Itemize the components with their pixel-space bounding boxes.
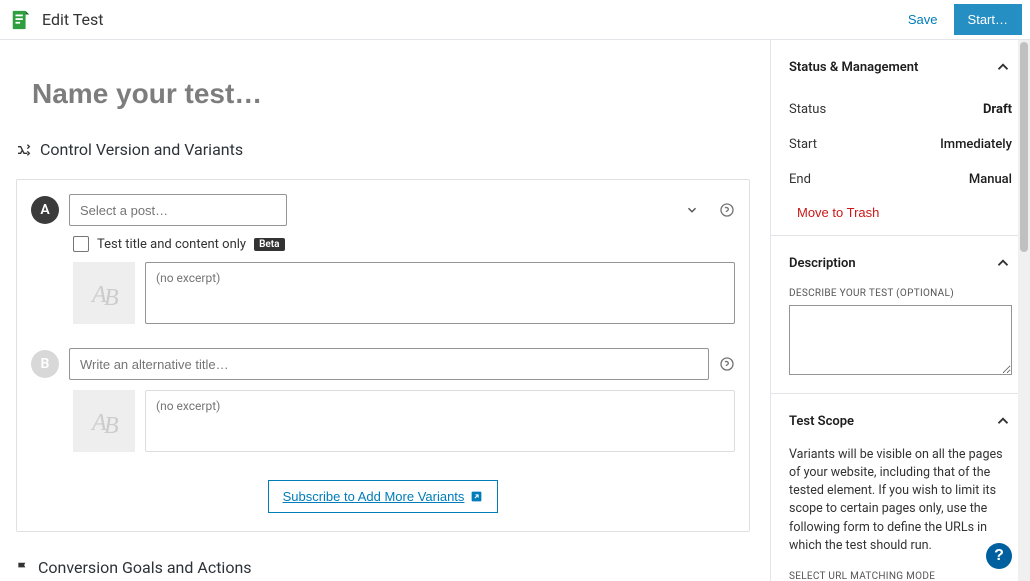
- description-textarea[interactable]: [789, 305, 1012, 375]
- url-matching-mode-label: SELECT URL MATCHING MODE: [789, 571, 1012, 581]
- status-management-toggle[interactable]: Status & Management: [789, 54, 1012, 80]
- sidebar: Status & Management Status Draft Start I…: [770, 40, 1030, 581]
- description-title: Description: [789, 256, 856, 271]
- flag-icon: [16, 561, 30, 575]
- section-goals-heading: Conversion Goals and Actions: [16, 558, 750, 577]
- end-value[interactable]: Manual: [969, 172, 1012, 187]
- start-value[interactable]: Immediately: [940, 137, 1012, 152]
- variant-a-badge: A: [31, 196, 59, 224]
- status-management-panel: Status & Management Status Draft Start I…: [771, 40, 1030, 236]
- external-link-icon: [470, 490, 483, 503]
- app-icon: [10, 9, 32, 31]
- test-name-input[interactable]: [16, 70, 750, 140]
- svg-text:B: B: [104, 413, 119, 439]
- variant-a-excerpt-row: AB: [31, 262, 735, 324]
- help-icon[interactable]: [719, 202, 735, 218]
- beta-badge: Beta: [254, 238, 284, 251]
- description-field-label: DESCRIBE YOUR TEST (OPTIONAL): [789, 288, 1012, 299]
- top-bar-left: Edit Test: [0, 9, 104, 31]
- variant-a-row: A: [31, 194, 735, 226]
- start-label: Start: [789, 137, 817, 152]
- shuffle-icon: [16, 142, 32, 158]
- move-to-trash-button[interactable]: Move to Trash: [789, 197, 879, 220]
- test-scope-title: Test Scope: [789, 414, 854, 429]
- page-title: Edit Test: [42, 10, 104, 29]
- title-content-only-label: Test title and content only: [97, 237, 246, 252]
- scrollbar-track[interactable]: [1018, 40, 1030, 581]
- status-row: Status Draft: [789, 92, 1012, 127]
- test-scope-description: Variants will be visible on all the page…: [789, 446, 1012, 555]
- variant-b-row: B: [31, 348, 735, 380]
- start-button[interactable]: Start…: [954, 4, 1022, 35]
- section-goals-title: Conversion Goals and Actions: [38, 558, 252, 577]
- test-scope-toggle[interactable]: Test Scope: [789, 408, 1012, 434]
- status-label: Status: [789, 102, 826, 117]
- description-toggle[interactable]: Description: [789, 250, 1012, 276]
- top-bar: Edit Test Save Start…: [0, 0, 1030, 40]
- section-variants-heading: Control Version and Variants: [16, 140, 750, 159]
- main-area: Control Version and Variants A Test titl…: [0, 40, 770, 581]
- title-content-only-checkbox[interactable]: [73, 236, 89, 252]
- variant-b-thumbnail[interactable]: AB: [73, 390, 135, 452]
- start-row: Start Immediately: [789, 127, 1012, 162]
- end-row: End Manual: [789, 162, 1012, 197]
- subscribe-label: Subscribe to Add More Variants: [283, 489, 465, 504]
- variant-b-title-input[interactable]: [69, 348, 709, 380]
- variant-a-excerpt[interactable]: [145, 262, 735, 324]
- variant-a-thumbnail[interactable]: AB: [73, 262, 135, 324]
- scrollbar-thumb[interactable]: [1020, 42, 1028, 252]
- variant-b-badge: B: [31, 350, 59, 378]
- variants-card: A Test title and content only Beta: [16, 179, 750, 532]
- subscribe-add-variants-button[interactable]: Subscribe to Add More Variants: [268, 480, 499, 513]
- status-value: Draft: [983, 102, 1012, 117]
- chevron-up-icon: [994, 254, 1012, 272]
- section-variants-title: Control Version and Variants: [40, 140, 243, 159]
- variant-b-excerpt[interactable]: [145, 390, 735, 452]
- help-fab-button[interactable]: ?: [986, 543, 1012, 569]
- chevron-down-icon: [685, 203, 699, 217]
- title-content-only-row: Test title and content only Beta: [31, 236, 735, 252]
- end-label: End: [789, 172, 811, 187]
- save-button[interactable]: Save: [898, 6, 948, 33]
- help-icon[interactable]: [719, 356, 735, 372]
- top-bar-right: Save Start…: [898, 4, 1022, 35]
- select-post-dropdown[interactable]: [69, 194, 287, 226]
- description-panel: Description DESCRIBE YOUR TEST (OPTIONAL…: [771, 236, 1030, 394]
- chevron-up-icon: [994, 58, 1012, 76]
- svg-text:B: B: [104, 285, 119, 311]
- status-management-title: Status & Management: [789, 60, 918, 75]
- chevron-up-icon: [994, 412, 1012, 430]
- variant-b-excerpt-row: AB: [31, 390, 735, 452]
